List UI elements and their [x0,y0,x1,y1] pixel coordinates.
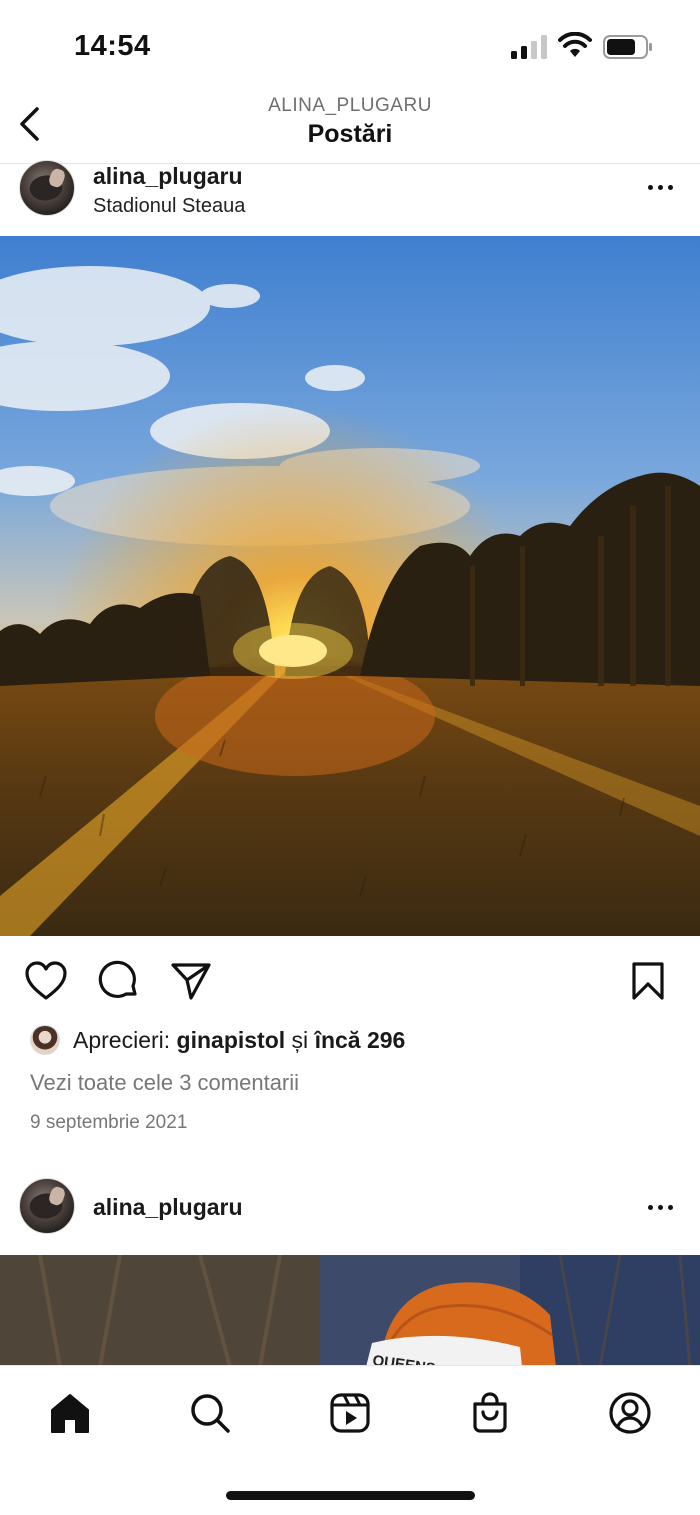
home-indicator[interactable] [226,1491,475,1500]
likes-summary[interactable]: Aprecieri: ginapistol și încă 296 [30,1022,405,1058]
post-date: 9 septembrie 2021 [30,1112,188,1133]
nav-header: ALINA_PLUGARU Postări [0,90,700,164]
post-location[interactable]: Stadionul Steaua [93,195,245,218]
home-icon [51,1394,89,1433]
post-image[interactable] [0,236,700,936]
like-button[interactable] [23,958,69,1004]
tab-profile[interactable] [605,1388,655,1438]
tab-home[interactable] [45,1388,95,1438]
likes-prefix: Aprecieri: [73,1026,177,1053]
reels-icon [330,1393,370,1433]
more-options-button[interactable] [640,1192,680,1222]
tab-shop[interactable] [465,1388,515,1438]
comment-button[interactable] [96,958,142,1004]
avatar[interactable] [19,1178,75,1234]
post-actions [0,950,700,1010]
status-time: 14:54 [74,30,151,62]
more-options-button[interactable] [640,172,680,202]
avatar[interactable] [19,160,75,216]
view-comments-link[interactable]: Vezi toate cele 3 comentarii [30,1070,299,1096]
wifi-icon [558,32,592,57]
profile-icon [609,1392,651,1434]
share-icon [171,963,211,1000]
post-header: alina_plugaru Stadionul Steaua [0,160,700,230]
sunset-photo [0,236,700,936]
post-header: alina_plugaru [0,1178,700,1248]
save-button[interactable] [625,958,671,1004]
likes-connector: și [285,1026,315,1053]
tab-reels[interactable] [325,1388,375,1438]
likes-count[interactable]: încă 296 [315,1027,406,1053]
shop-icon [473,1392,507,1433]
post-username[interactable]: alina_plugaru [93,1194,243,1221]
page-title: Postări [307,120,393,148]
comment-icon [98,960,137,998]
status-bar: 14:54 [0,0,700,90]
orange-cap-photo: QUEENS [0,1255,700,1367]
liker-avatar [30,1025,60,1055]
bookmark-icon [632,962,664,1000]
cellular-signal-icon [511,35,547,59]
battery-icon [603,35,652,59]
post-username[interactable]: alina_plugaru [93,163,243,190]
tab-search[interactable] [185,1388,235,1438]
post-image[interactable]: QUEENS [0,1255,700,1367]
liked-by-username[interactable]: ginapistol [177,1027,286,1053]
heart-icon [25,961,67,1000]
bottom-tab-bar [0,1365,700,1515]
share-button[interactable] [168,958,214,1004]
profile-username-subtitle: ALINA_PLUGARU [268,95,432,116]
search-icon [191,1394,230,1433]
